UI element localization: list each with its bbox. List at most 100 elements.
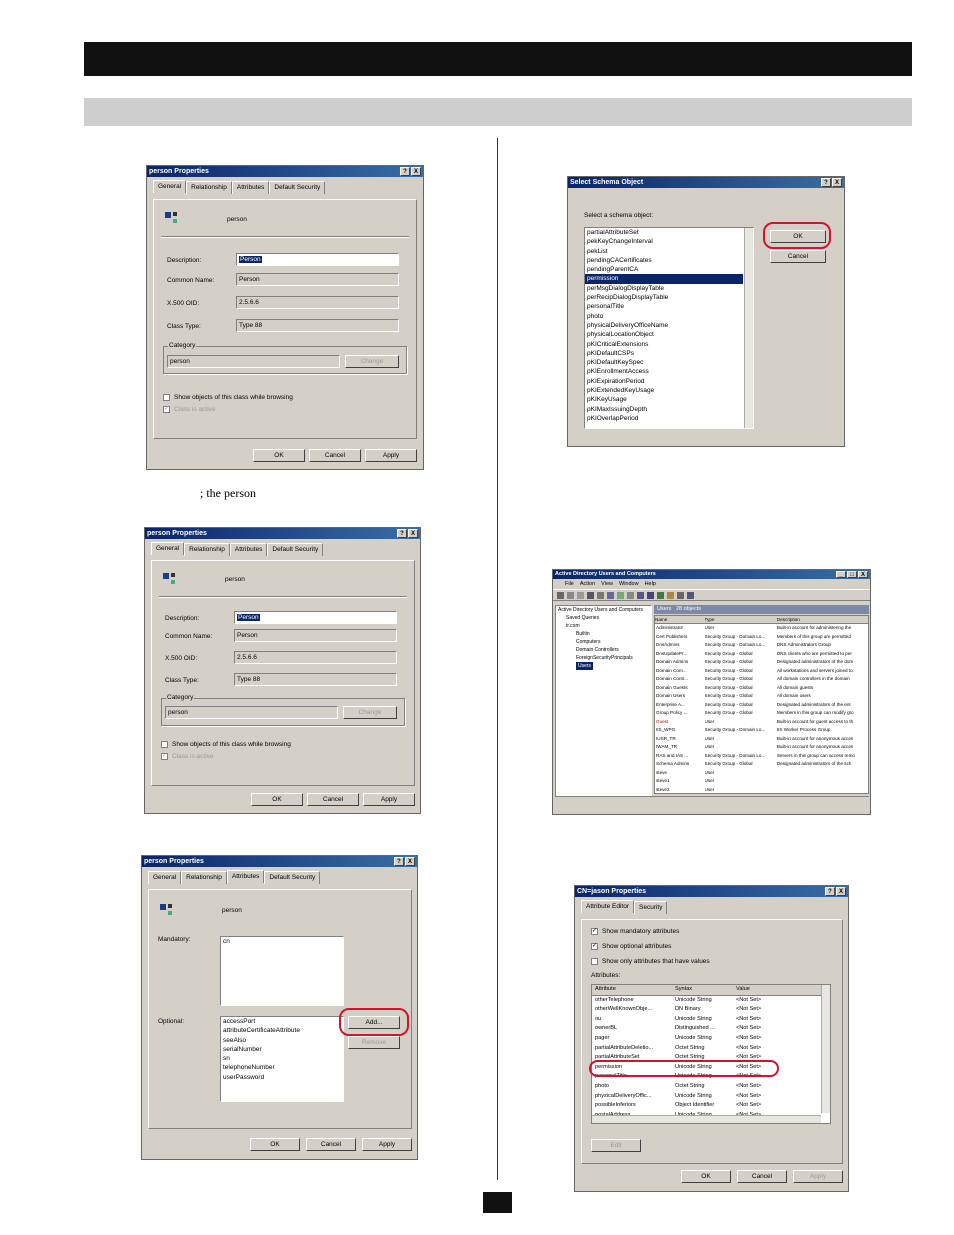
- optional-item[interactable]: attributeCertificateAttribute: [221, 1026, 343, 1035]
- help-icon[interactable]: ?: [397, 529, 407, 538]
- filter-icon[interactable]: [677, 592, 684, 599]
- cancel-button[interactable]: Cancel: [306, 1138, 356, 1151]
- optional-item[interactable]: sn: [221, 1054, 343, 1063]
- list-item[interactable]: pKIDefaultKeySpec: [585, 358, 743, 367]
- table-row[interactable]: Domain Guests Security Group - Global All …: [655, 684, 868, 693]
- table-row[interactable]: Schema Admins Security Group - Global Desi…: [655, 760, 868, 769]
- table-row[interactable]: Enterprise A... Security Group - Global De…: [655, 701, 868, 710]
- table-row[interactable]: otherTelephone Unicode String <Not Set>: [592, 996, 830, 1006]
- tab-general[interactable]: General: [153, 180, 187, 193]
- show-optional-checkbox[interactable]: ✓: [591, 943, 598, 950]
- list-item-selected[interactable]: permission: [585, 274, 743, 284]
- menu-action[interactable]: Action: [580, 579, 595, 589]
- tree-icon[interactable]: [587, 592, 594, 599]
- help-icon[interactable]: ?: [825, 887, 835, 896]
- tab-default-security[interactable]: Default Security: [267, 543, 324, 556]
- col-syntax[interactable]: Syntax: [675, 985, 736, 995]
- list-item[interactable]: pKIExpirationPeriod: [585, 377, 743, 386]
- tab-attributes[interactable]: Attributes: [229, 543, 268, 556]
- table-row[interactable]: ownerBL Distinguished ... <Not Set>: [592, 1024, 830, 1034]
- tab-attributes[interactable]: Attributes: [231, 181, 270, 194]
- scrollbar[interactable]: [744, 228, 753, 428]
- tab-relationship[interactable]: Relationship: [186, 181, 232, 194]
- show-objects-checkbox[interactable]: [163, 394, 170, 401]
- menu-view[interactable]: View: [601, 579, 613, 589]
- optional-item[interactable]: accessPort: [221, 1017, 343, 1026]
- cancel-button[interactable]: Cancel: [309, 449, 361, 462]
- tab-relationship[interactable]: Relationship: [181, 871, 227, 884]
- description-field[interactable]: Person: [236, 253, 399, 266]
- list-item[interactable]: physicalLocationObject: [585, 330, 743, 339]
- find-icon[interactable]: [687, 592, 694, 599]
- help-icon[interactable]: ?: [821, 178, 831, 187]
- list-item[interactable]: pekList: [585, 247, 743, 256]
- show-only-values-checkbox[interactable]: [591, 958, 598, 965]
- class-active-checkbox[interactable]: ✓: [163, 406, 170, 413]
- close-icon[interactable]: X: [405, 857, 415, 866]
- list-item[interactable]: pendingCACertificates: [585, 256, 743, 265]
- schema-object-list[interactable]: partialAttributeSet pekKeyChangeInterval…: [584, 227, 754, 429]
- close-icon[interactable]: X: [858, 571, 868, 578]
- table-row[interactable]: photo Octet String <Not Set>: [592, 1082, 830, 1092]
- table-row[interactable]: DnsAdmins Security Group - Domain Lo... DN…: [655, 641, 868, 650]
- menu-file[interactable]: File: [565, 579, 574, 589]
- apply-button[interactable]: Apply: [793, 1170, 843, 1183]
- scrollbar[interactable]: [821, 985, 830, 1113]
- new-user-icon[interactable]: [647, 592, 654, 599]
- list-item[interactable]: personalTitle: [585, 302, 743, 311]
- table-row[interactable]: steve User: [655, 769, 868, 778]
- col-attribute[interactable]: Attribute: [592, 985, 675, 995]
- table-row[interactable]: physicalDeliveryOffic... Unicode String <N…: [592, 1092, 830, 1102]
- delete-icon[interactable]: [597, 592, 604, 599]
- edit-button[interactable]: Edit: [591, 1139, 641, 1152]
- table-row[interactable]: IUSR_TR User Built-in account for anonymou…: [655, 735, 868, 744]
- horizontal-scrollbar[interactable]: [592, 1115, 821, 1123]
- table-row[interactable]: partialAttributeDeletio... Octet String <N…: [592, 1044, 830, 1054]
- table-row[interactable]: Group Policy ... Security Group - Global M…: [655, 709, 868, 718]
- tree-item-fsp[interactable]: ForeignSecurityPrincipals: [556, 654, 651, 662]
- list-item[interactable]: physicalDeliveryOfficeName: [585, 321, 743, 330]
- cancel-button[interactable]: Cancel: [737, 1170, 787, 1183]
- close-icon[interactable]: X: [836, 887, 846, 896]
- apply-button[interactable]: Apply: [365, 449, 417, 462]
- forward-icon[interactable]: [567, 592, 574, 599]
- ok-button[interactable]: OK: [250, 1138, 300, 1151]
- apply-button[interactable]: Apply: [363, 793, 415, 806]
- export-icon[interactable]: [627, 592, 634, 599]
- new-group-icon[interactable]: [657, 592, 664, 599]
- list-item[interactable]: pKIOverlapPeriod: [585, 414, 743, 423]
- table-row[interactable]: Domain Admins Security Group - Global Desi…: [655, 658, 868, 667]
- tab-attributes[interactable]: Attributes: [226, 870, 265, 883]
- tab-default-security[interactable]: Default Security: [264, 871, 321, 884]
- table-row[interactable]: possibleInferiors Object Identifier <Not S…: [592, 1101, 830, 1111]
- mandatory-item[interactable]: cn: [221, 937, 343, 946]
- change-button[interactable]: Change: [343, 706, 397, 719]
- table-row[interactable]: steve2 User: [655, 786, 868, 794]
- list-item[interactable]: perMsgDialogDisplayTable: [585, 284, 743, 293]
- tree-item-computers[interactable]: Computers: [556, 638, 651, 646]
- back-icon[interactable]: [557, 592, 564, 599]
- tree-item-domain-controllers[interactable]: Domain Controllers: [556, 646, 651, 654]
- maximize-icon[interactable]: □: [847, 571, 857, 578]
- optional-item[interactable]: telephoneNumber: [221, 1063, 343, 1072]
- close-icon[interactable]: X: [832, 178, 842, 187]
- cancel-button[interactable]: Cancel: [770, 250, 826, 263]
- table-row[interactable]: RAS and IAS ... Security Group - Domain L…: [655, 752, 868, 761]
- mandatory-list[interactable]: cn: [220, 936, 344, 1006]
- optional-item[interactable]: userPassword: [221, 1073, 343, 1082]
- optional-list[interactable]: accessPort attributeCertificateAttribute…: [220, 1016, 344, 1102]
- description-field[interactable]: Person: [234, 611, 397, 624]
- ok-button[interactable]: OK: [251, 793, 303, 806]
- tab-attribute-editor[interactable]: Attribute Editor: [581, 900, 634, 913]
- table-row[interactable]: IWAM_TR User Built-in account for anonymou…: [655, 743, 868, 752]
- col-name[interactable]: Name: [655, 616, 705, 623]
- col-value[interactable]: Value: [736, 985, 816, 995]
- tree-item-builtin[interactable]: Builtin: [556, 630, 651, 638]
- close-icon[interactable]: X: [411, 167, 421, 176]
- table-row[interactable]: Domain Users Security Group - Global All d…: [655, 692, 868, 701]
- table-row[interactable]: steve1 User: [655, 777, 868, 786]
- list-item[interactable]: pKIKeyUsage: [585, 395, 743, 404]
- menu-help[interactable]: Help: [645, 579, 656, 589]
- optional-item[interactable]: serialNumber: [221, 1045, 343, 1054]
- list-item[interactable]: pKICriticalExtensions: [585, 340, 743, 349]
